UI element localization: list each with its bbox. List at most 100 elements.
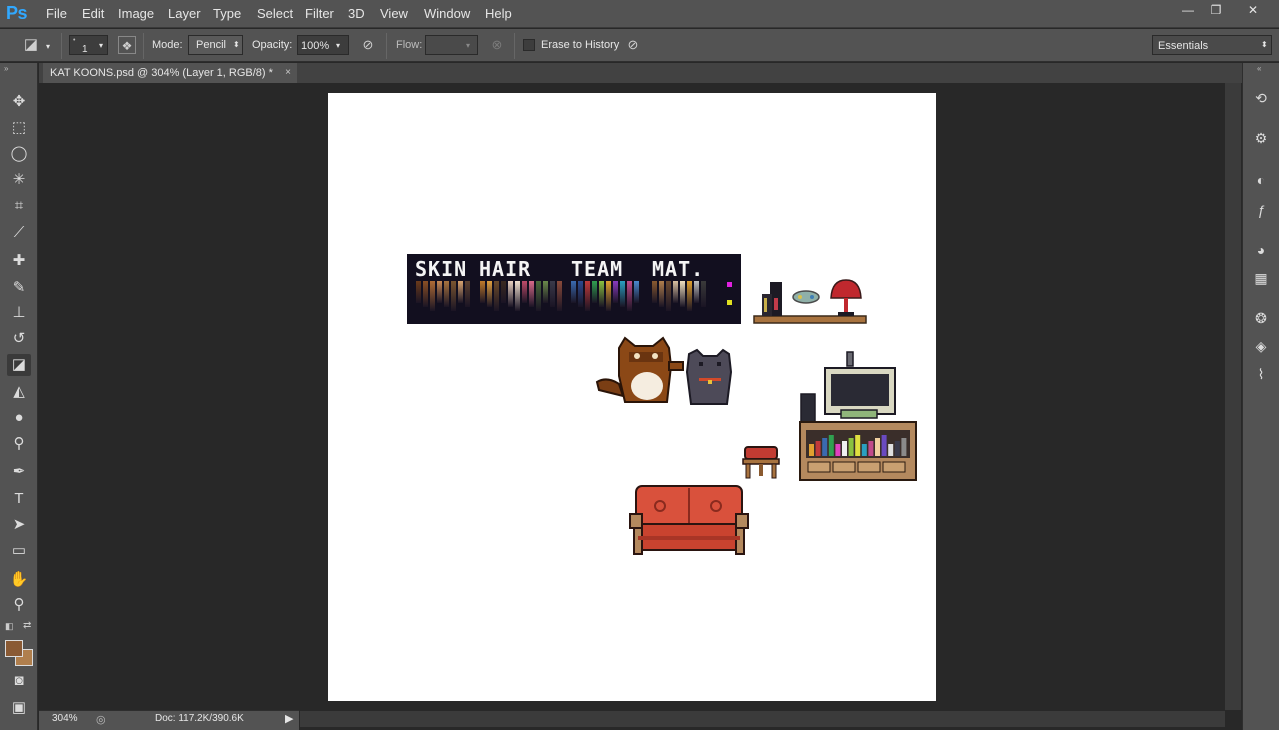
dodge-tool-icon[interactable]: ⚲ <box>7 433 31 455</box>
type-tool-icon[interactable]: T <box>7 488 31 510</box>
restore-button[interactable]: ❐ <box>1203 1 1229 19</box>
brush-size-picker[interactable]: • 1 ▾ <box>69 35 108 55</box>
crop-tool-icon[interactable]: ⌗ <box>7 195 31 217</box>
collapse-arrows-icon[interactable]: » <box>4 64 8 73</box>
menu-image[interactable]: Image <box>118 6 154 21</box>
palette-swatch <box>550 281 555 307</box>
status-info-icon[interactable]: ◎ <box>96 713 106 726</box>
quick-mask-icon[interactable]: ◙ <box>7 670 31 692</box>
swap-colors-icon[interactable]: ⇄ <box>23 620 31 631</box>
photoshop-logo: Ps <box>6 3 28 23</box>
menu-edit[interactable]: Edit <box>82 6 104 21</box>
palette-swatch <box>465 281 470 307</box>
move-tool-icon[interactable]: ✥ <box>7 91 31 113</box>
rectangle-tool-icon[interactable]: ▭ <box>7 540 31 562</box>
eyedropper-tool-icon[interactable]: ⟋ <box>7 222 31 244</box>
color-panel-icon[interactable]: ◕ <box>1250 239 1272 261</box>
workspace-value: Essentials <box>1158 40 1209 52</box>
palette-swatch <box>529 281 534 307</box>
pressure-opacity-icon[interactable]: ⊘ <box>359 36 377 54</box>
adjustments-panel-icon[interactable]: ◐ <box>1250 169 1272 191</box>
screen-mode-icon[interactable]: ▣ <box>7 697 31 719</box>
menu-layer[interactable]: Layer <box>168 6 201 21</box>
blur-tool-icon[interactable]: ● <box>7 407 31 429</box>
expand-panels-icon[interactable]: « <box>1257 64 1261 73</box>
palette-label-team: TEAM <box>571 257 624 281</box>
palette-swatch <box>592 281 597 303</box>
brown-cat-artwork <box>595 336 684 403</box>
opacity-input[interactable]: 100% ▾ <box>297 35 349 55</box>
properties-panel-icon[interactable]: ⚙ <box>1250 127 1272 149</box>
chevron-down-icon[interactable]: ▾ <box>46 42 50 51</box>
flow-label: Flow: <box>396 39 423 51</box>
chevron-updown-icon: ⬍ <box>233 40 240 49</box>
status-menu-arrow-icon[interactable]: ▶ <box>285 712 293 725</box>
menu-type[interactable]: Type <box>213 6 241 21</box>
document-tab[interactable]: KAT KOONS.psd @ 304% (Layer 1, RGB/8) * … <box>43 63 297 83</box>
lasso-tool-icon[interactable]: ◯ <box>7 143 31 165</box>
eraser-tool-preset-icon[interactable]: ◪ <box>22 36 40 54</box>
pressure-size-icon[interactable]: ⊘ <box>624 36 642 54</box>
hand-tool-icon[interactable]: ✋ <box>7 569 31 591</box>
swatches-panel-icon[interactable]: ▦ <box>1250 267 1272 289</box>
paths-panel-icon[interactable]: ⌇ <box>1250 363 1272 385</box>
mode-select[interactable]: Pencil ⬍ <box>188 35 243 55</box>
menu-select[interactable]: Select <box>257 6 293 21</box>
book <box>875 438 880 456</box>
menu-filter[interactable]: Filter <box>305 6 334 21</box>
stool-artwork <box>742 446 780 479</box>
minimize-button[interactable]: — <box>1175 1 1201 19</box>
foreground-color-swatch[interactable] <box>5 640 23 657</box>
close-tab-icon[interactable]: × <box>285 63 291 83</box>
options-bar: ◪ ▾ • 1 ▾ ❖ Mode: Pencil ⬍ Opacity: 100%… <box>0 29 1279 62</box>
book <box>822 438 828 456</box>
palette-swatch <box>627 281 632 311</box>
palette-swatch <box>437 281 442 303</box>
book <box>848 438 854 456</box>
eraser-tool-icon[interactable]: ◪ <box>7 354 31 376</box>
book <box>815 441 821 456</box>
brush-tool-icon[interactable]: ✎ <box>7 277 31 299</box>
workspace-switcher[interactable]: Essentials ⬍ <box>1152 35 1272 55</box>
history-panel-icon[interactable]: ⟲ <box>1250 87 1272 109</box>
horizontal-scrollbar[interactable] <box>300 711 1225 727</box>
palette-swatch <box>515 281 520 311</box>
vertical-scrollbar[interactable] <box>1225 83 1241 710</box>
layers-panel-icon[interactable]: ◈ <box>1250 335 1272 357</box>
brush-panel-toggle-icon[interactable]: ❖ <box>118 36 136 54</box>
menu-window[interactable]: Window <box>424 6 470 21</box>
default-colors-icon[interactable]: ◧ <box>5 621 14 632</box>
menu-bar: Ps File Edit Image Layer Type Select Fil… <box>0 0 1279 28</box>
paint-bucket-tool-icon[interactable]: ◭ <box>7 381 31 403</box>
channels-panel-icon[interactable]: ❂ <box>1250 307 1272 329</box>
mode-value: Pencil <box>196 39 226 51</box>
palette-swatch <box>727 300 732 305</box>
pen-tool-icon[interactable]: ✒ <box>7 461 31 483</box>
divider <box>386 33 387 59</box>
zoom-tool-icon[interactable]: ⚲ <box>7 594 31 616</box>
palette-swatch <box>666 281 671 311</box>
palette-swatch <box>727 282 732 287</box>
palette-swatch <box>557 281 562 311</box>
history-brush-tool-icon[interactable]: ↺ <box>7 328 31 350</box>
marquee-tool-icon[interactable]: ⬚ <box>7 117 31 139</box>
erase-to-history-checkbox[interactable] <box>523 39 535 51</box>
clone-stamp-tool-icon[interactable]: ⊥ <box>7 302 31 324</box>
magic-wand-tool-icon[interactable]: ✳ <box>7 169 31 191</box>
palette-swatch <box>613 281 618 303</box>
menu-3d[interactable]: 3D <box>348 6 365 21</box>
palette-swatch <box>680 281 685 307</box>
airbrush-icon: ⊗ <box>491 37 503 52</box>
document-tab-title: KAT KOONS.psd @ 304% (Layer 1, RGB/8) * <box>50 67 273 79</box>
menu-file[interactable]: File <box>46 6 67 21</box>
close-window-button[interactable]: ✕ <box>1232 1 1274 19</box>
sofa-artwork <box>629 485 749 555</box>
path-selection-tool-icon[interactable]: ➤ <box>7 514 31 536</box>
styles-panel-icon[interactable]: ƒ <box>1250 199 1272 221</box>
menu-help[interactable]: Help <box>485 6 512 21</box>
healing-brush-tool-icon[interactable]: ✚ <box>7 250 31 272</box>
palette-swatch <box>701 281 706 307</box>
brush-dot-icon: • <box>73 37 76 44</box>
menu-view[interactable]: View <box>380 6 408 21</box>
zoom-level[interactable]: 304% <box>52 713 78 724</box>
